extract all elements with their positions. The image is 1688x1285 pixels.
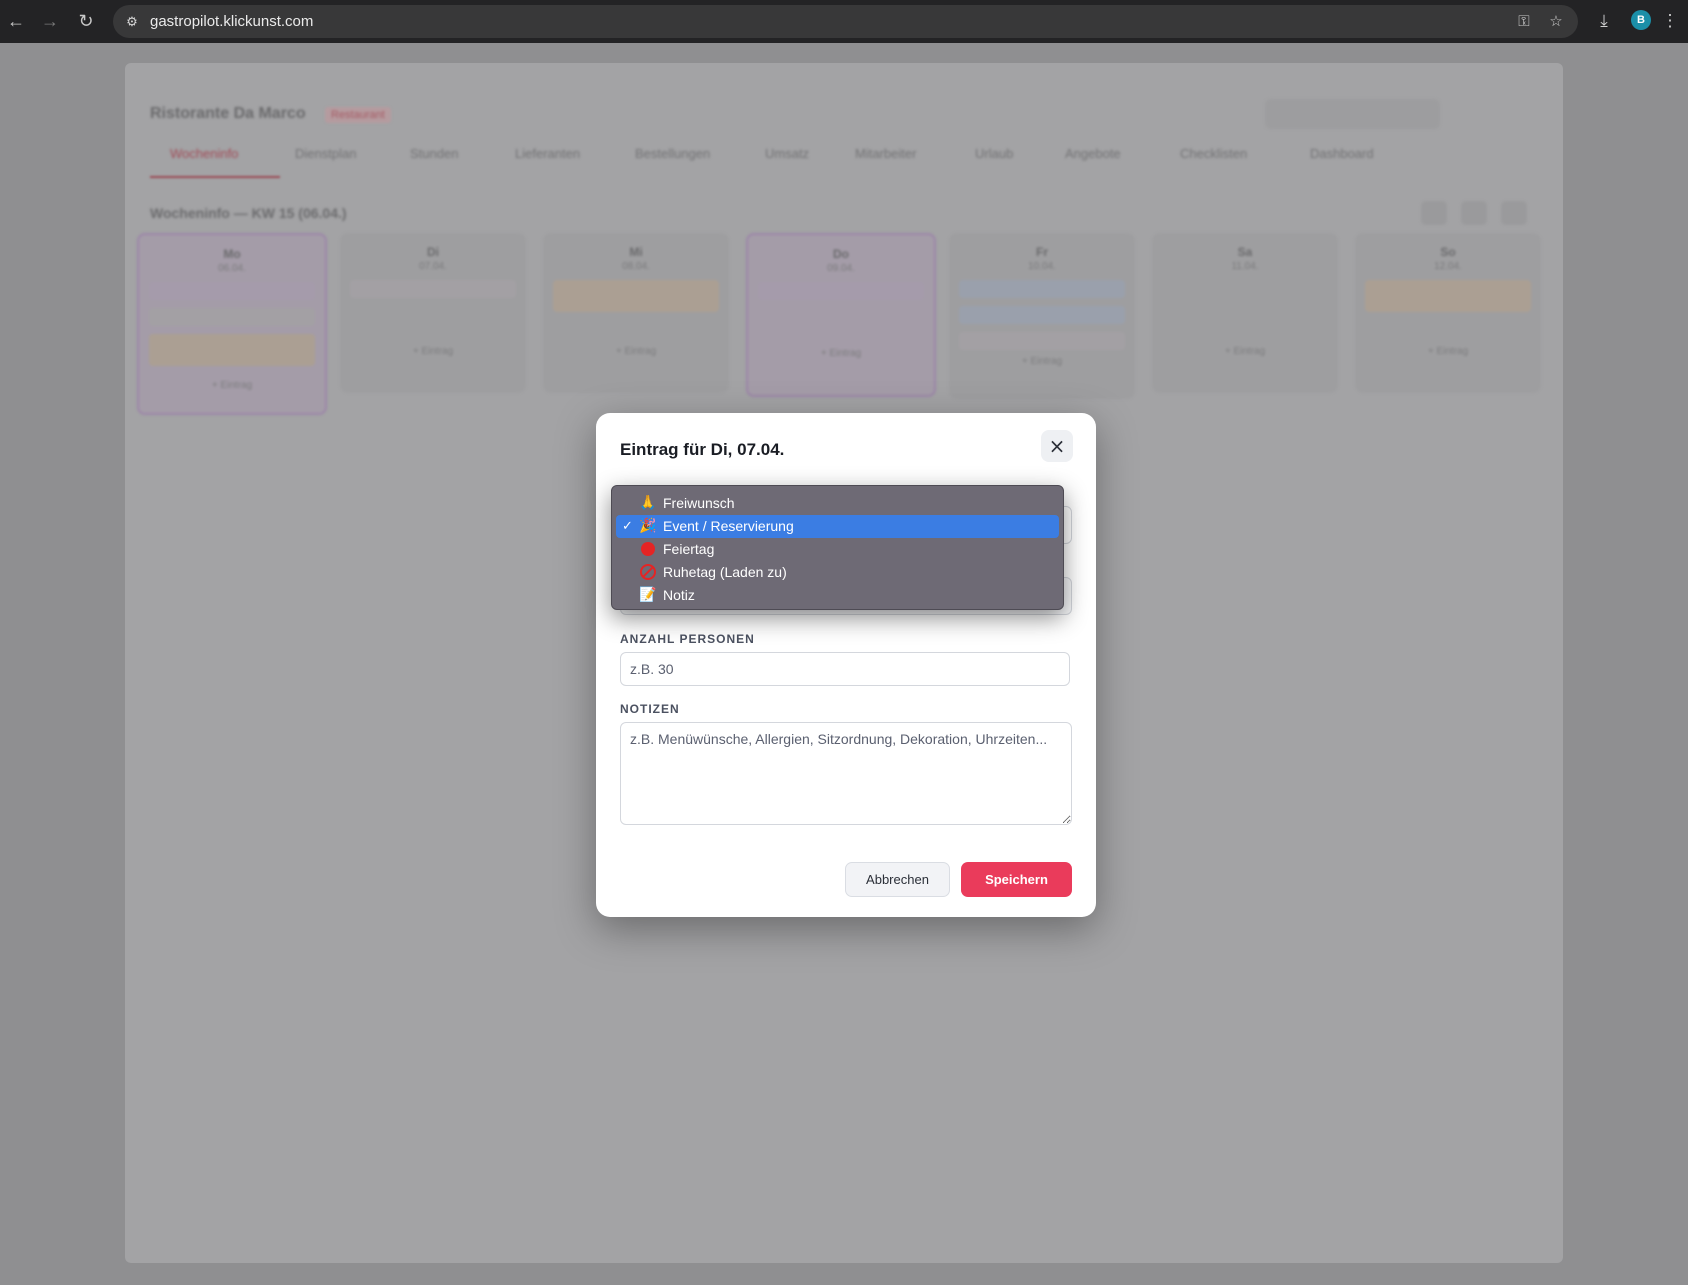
- option-freiwunsch[interactable]: 🙏 Freiwunsch: [616, 492, 1059, 515]
- memo-icon: 📝: [639, 587, 657, 603]
- pray-icon: 🙏: [639, 495, 657, 511]
- back-icon[interactable]: ←: [4, 9, 28, 33]
- tab-stunden: Stunden: [410, 146, 459, 161]
- calendar-button: [1501, 201, 1527, 225]
- day-column: Sa 11.04. + Eintrag: [1152, 233, 1338, 393]
- option-feiertag[interactable]: Feiertag: [616, 538, 1059, 561]
- notes-label: NOTIZEN: [620, 702, 680, 716]
- tab-angebote: Angebote: [1065, 146, 1121, 161]
- browser-toolbar: ← → ↻ ⚙ gastropilot.klickunst.com ⚿ ☆ ⤓ …: [0, 0, 1688, 43]
- url-text: gastropilot.klickunst.com: [150, 13, 314, 30]
- tab-bar: Wocheninfo Dienstplan Stunden Lieferante…: [150, 138, 1540, 178]
- option-event-reservierung[interactable]: ✓ 🎉 Event / Reservierung: [616, 515, 1059, 538]
- tab-lieferanten: Lieferanten: [515, 146, 581, 161]
- prev-week-button: [1421, 201, 1447, 225]
- tab-mitarbeiter: Mitarbeiter: [855, 146, 917, 161]
- key-icon[interactable]: ⚿: [1515, 13, 1533, 31]
- option-notiz[interactable]: 📝 Notiz: [616, 584, 1059, 607]
- profile-avatar[interactable]: B: [1631, 10, 1651, 30]
- address-bar[interactable]: ⚙ gastropilot.klickunst.com ⚿ ☆: [113, 5, 1578, 38]
- cancel-button[interactable]: Abbrechen: [845, 862, 950, 897]
- tab-dienstplan: Dienstplan: [295, 146, 357, 161]
- role-badge: Restaurant: [325, 107, 391, 123]
- forward-icon[interactable]: →: [38, 9, 62, 33]
- site-info-icon[interactable]: ⚙: [123, 13, 141, 31]
- type-dropdown-list: 🙏 Freiwunsch ✓ 🎉 Event / Reservierung Fe…: [611, 485, 1064, 610]
- day-column: Mi 08.04. + Eintrag: [543, 233, 729, 393]
- close-button[interactable]: ×: [1041, 430, 1073, 462]
- dialog-title: Eintrag für Di, 07.04.: [620, 440, 785, 459]
- party-icon: 🎉: [639, 518, 657, 534]
- reload-icon[interactable]: ↻: [74, 9, 98, 33]
- menu-icon[interactable]: ⋮: [1659, 10, 1681, 32]
- option-ruhetag[interactable]: Ruhetag (Laden zu): [616, 561, 1059, 584]
- day-column: Fr 10.04. + Eintrag: [949, 233, 1135, 399]
- restaurant-name: Ristorante Da Marco: [150, 105, 306, 122]
- day-column: Di 07.04. + Eintrag: [340, 233, 526, 393]
- persons-label: ANZAHL PERSONEN: [620, 632, 755, 646]
- notes-textarea[interactable]: [620, 722, 1072, 825]
- next-week-button: [1461, 201, 1487, 225]
- week-title: Wocheninfo — KW 15 (06.04.): [150, 205, 347, 221]
- active-tab-indicator: [150, 176, 280, 178]
- persons-input[interactable]: [620, 652, 1070, 686]
- save-button[interactable]: Speichern: [961, 862, 1072, 897]
- tab-wocheninfo: Wocheninfo: [170, 146, 239, 161]
- tab-checklisten: Checklisten: [1180, 146, 1248, 161]
- day-column: Mo 06.04. + Eintrag: [137, 233, 327, 415]
- tab-dashboard: Dashboard: [1310, 146, 1374, 161]
- user-menu: [1265, 99, 1440, 129]
- day-column: So 12.04. + Eintrag: [1355, 233, 1541, 393]
- tab-umsatz: Umsatz: [765, 146, 810, 161]
- tab-urlaub: Urlaub: [975, 146, 1014, 161]
- star-icon[interactable]: ☆: [1547, 13, 1565, 31]
- checkmark-icon: ✓: [622, 519, 633, 534]
- download-icon[interactable]: ⤓: [1593, 10, 1615, 32]
- day-column: Do 09.04. + Eintrag: [746, 233, 936, 397]
- tab-bestellungen: Bestellungen: [635, 146, 711, 161]
